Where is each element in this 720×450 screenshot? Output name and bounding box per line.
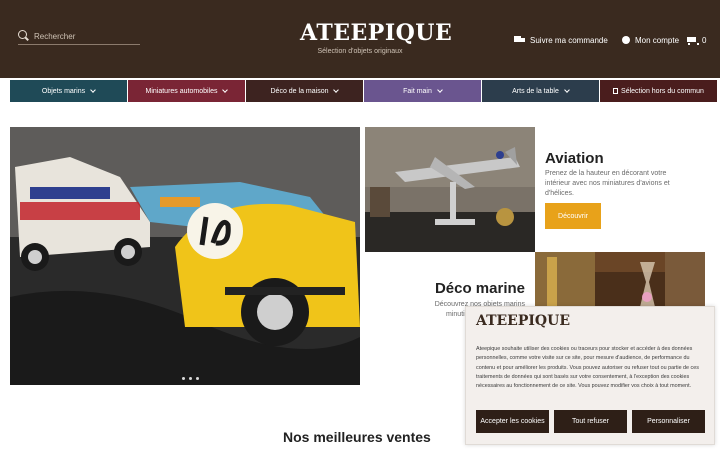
track-order-link[interactable]: Suivre ma commande xyxy=(514,33,608,47)
nav-item-fait-main[interactable]: Fait main xyxy=(364,80,481,102)
carousel-dot[interactable] xyxy=(189,377,192,380)
nav-item-label: Objets marins xyxy=(41,87,86,95)
nav-item-label: Déco de la maison xyxy=(270,87,329,95)
track-order-label: Suivre ma commande xyxy=(530,35,608,45)
search-icon[interactable] xyxy=(18,30,30,42)
nav-item-arts-table[interactable]: Arts de la table xyxy=(482,80,599,102)
site-logo[interactable]: ATEEPIQUE Sélection d'objets originaux xyxy=(300,20,453,55)
cart-icon xyxy=(686,36,699,45)
search-input[interactable] xyxy=(34,31,134,41)
category-nav: Objets marins Miniatures automobiles Déc… xyxy=(10,80,720,102)
cart-count: 0 xyxy=(702,35,707,45)
best-sellers-title: Nos meilleures ventes xyxy=(283,429,431,445)
nav-item-label: Arts de la table xyxy=(512,87,559,95)
chevron-down-icon xyxy=(222,87,229,93)
nav-item-miniatures-automobiles[interactable]: Miniatures automobiles xyxy=(128,80,245,102)
chevron-down-icon xyxy=(333,87,340,93)
logo-tagline: Sélection d'objets originaux xyxy=(317,48,403,55)
user-icon xyxy=(622,36,630,44)
search-bar[interactable] xyxy=(18,28,140,45)
refuse-all-button[interactable]: Tout refuser xyxy=(554,410,627,433)
account-label: Mon compte xyxy=(635,35,680,45)
nav-item-label: Miniatures automobiles xyxy=(145,87,218,95)
cart-link[interactable]: 0 xyxy=(686,33,706,47)
aviation-title: Aviation xyxy=(545,150,604,167)
chevron-down-icon xyxy=(90,87,96,93)
chevron-down-icon xyxy=(437,87,443,93)
marine-title: Déco marine xyxy=(434,280,525,297)
carousel-dot[interactable] xyxy=(196,377,199,380)
aviation-image[interactable] xyxy=(365,127,535,252)
chevron-down-icon xyxy=(564,87,570,93)
customize-button[interactable]: Personnaliser xyxy=(632,410,705,433)
nav-item-deco-maison[interactable]: Déco de la maison xyxy=(246,80,363,102)
carousel-dots xyxy=(182,377,203,380)
hero-carousel[interactable] xyxy=(10,127,360,385)
nav-item-objets-marins[interactable]: Objets marins xyxy=(10,80,127,102)
carousel-dot[interactable] xyxy=(182,377,185,380)
aviation-description: Prenez de la hauteur en décorant votre i… xyxy=(545,170,670,197)
marine-image[interactable] xyxy=(535,252,705,312)
cookie-text: Ateepique souhaite utiliser des cookies … xyxy=(476,346,699,390)
nav-item-selection[interactable]: Sélection hors du commun xyxy=(600,80,717,102)
hero-image xyxy=(10,127,360,385)
cookie-logo: ATEEPIQUE xyxy=(476,313,571,329)
nav-item-label: Fait main xyxy=(403,87,432,95)
account-link[interactable]: Mon compte xyxy=(622,33,679,47)
logo-wordmark: ATEEPIQUE xyxy=(300,20,453,46)
site-header: ATEEPIQUE Sélection d'objets originaux S… xyxy=(0,0,720,78)
gift-icon xyxy=(613,88,619,94)
nav-item-label: Sélection hors du commun xyxy=(621,87,704,95)
cookie-consent-banner: ATEEPIQUE Ateepique souhaite utiliser de… xyxy=(465,306,715,445)
truck-icon xyxy=(514,36,525,44)
accept-cookies-button[interactable]: Accepter les cookies xyxy=(476,410,549,433)
discover-button[interactable]: Découvrir xyxy=(545,203,601,229)
